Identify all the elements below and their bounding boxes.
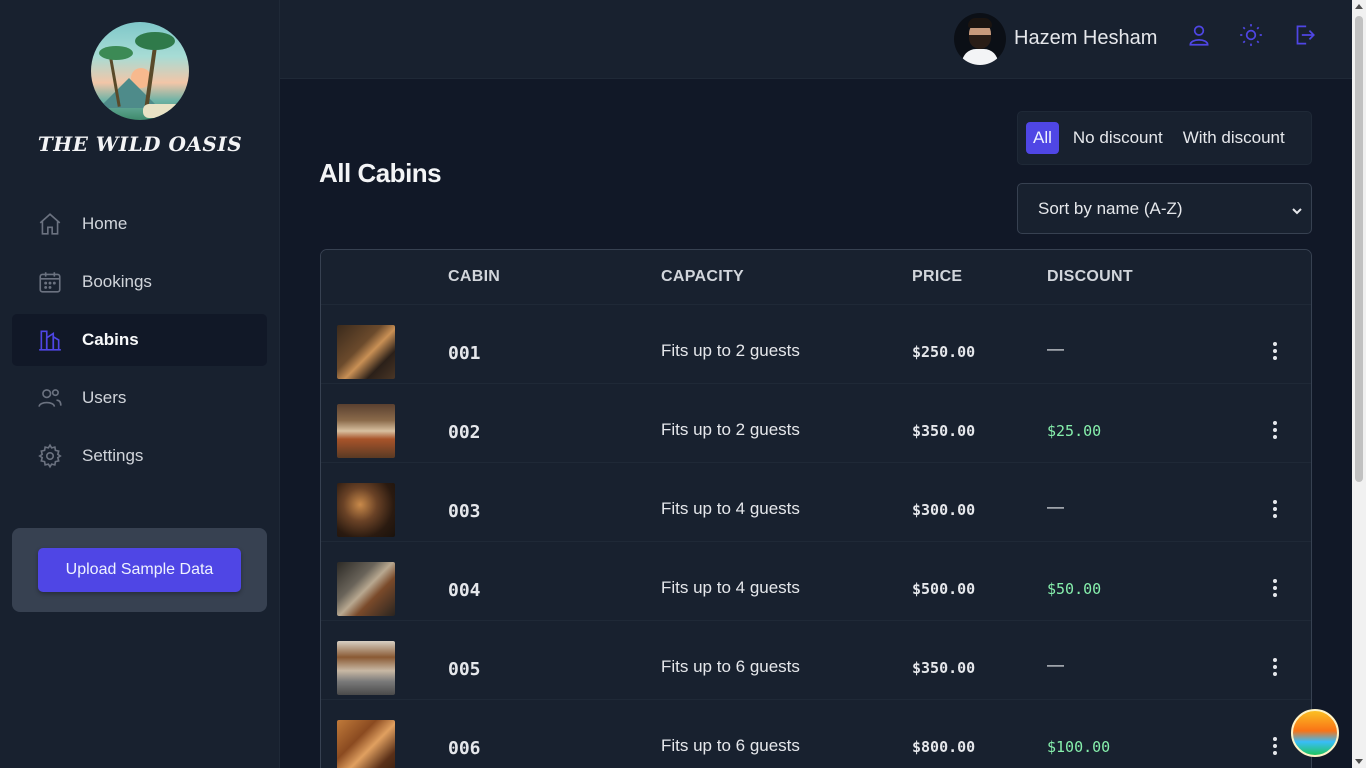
cabin-discount: $50.00 xyxy=(1047,580,1102,598)
cabins-table: CABIN CAPACITY PRICE DISCOUNT 001 Fits u… xyxy=(320,249,1312,768)
main-nav: Home Bookings Cabins Users Settings xyxy=(12,198,267,488)
cabin-name: 006 xyxy=(448,738,481,759)
users-icon xyxy=(36,384,64,412)
sidebar-item-cabins[interactable]: Cabins xyxy=(12,314,267,366)
cabin-capacity: Fits up to 4 guests xyxy=(661,578,800,597)
filter-all-button[interactable]: All xyxy=(1026,122,1059,154)
chevron-down-icon xyxy=(1291,202,1303,215)
cabin-price: $500.00 xyxy=(912,580,976,598)
cabin-capacity: Fits up to 2 guests xyxy=(661,341,800,360)
cabin-thumbnail xyxy=(337,562,395,616)
cabin-thumbnail xyxy=(337,325,395,379)
cabin-thumbnail xyxy=(337,641,395,695)
logout-icon[interactable] xyxy=(1291,22,1317,48)
filter-no-discount-button[interactable]: No discount xyxy=(1063,122,1173,154)
more-vertical-icon[interactable] xyxy=(1265,339,1285,363)
table-row: 005 Fits up to 6 guests $350.00 — xyxy=(321,621,1311,700)
column-header-price: PRICE xyxy=(912,268,963,285)
more-vertical-icon[interactable] xyxy=(1265,497,1285,521)
cabin-thumbnail xyxy=(337,404,395,458)
scrollbar-thumb[interactable] xyxy=(1355,16,1363,482)
sidebar-item-settings[interactable]: Settings xyxy=(12,430,267,482)
cabin-price: $800.00 xyxy=(912,738,976,756)
logo-block: THE WILD OASIS xyxy=(0,22,280,156)
calendar-icon xyxy=(36,268,64,296)
column-header-capacity: CAPACITY xyxy=(661,268,744,285)
avatar xyxy=(954,13,1006,65)
sidebar-item-home[interactable]: Home xyxy=(12,198,267,250)
upload-panel: Upload Sample Data xyxy=(12,528,267,612)
home-icon xyxy=(36,210,64,238)
page-title: All Cabins xyxy=(319,158,442,188)
cabin-name: 002 xyxy=(448,422,481,443)
cabin-name: 005 xyxy=(448,659,481,680)
cabin-capacity: Fits up to 2 guests xyxy=(661,420,800,439)
table-row: 002 Fits up to 2 guests $350.00 $25.00 xyxy=(321,384,1311,463)
discount-filter: All No discount With discount xyxy=(1017,111,1312,165)
cabin-price: $250.00 xyxy=(912,343,976,361)
cabin-capacity: Fits up to 6 guests xyxy=(661,736,800,755)
sidebar-item-label: Bookings xyxy=(82,272,152,291)
cabin-price: $350.00 xyxy=(912,659,976,677)
cabin-name: 004 xyxy=(448,580,481,601)
cabin-discount: — xyxy=(1047,339,1064,358)
cabin-price: $300.00 xyxy=(912,501,976,519)
cabin-capacity: Fits up to 6 guests xyxy=(661,657,800,676)
user-name: Hazem Hesham xyxy=(1014,27,1158,49)
sidebar-item-bookings[interactable]: Bookings xyxy=(12,256,267,308)
table-row: 006 Fits up to 6 guests $800.00 $100.00 xyxy=(321,700,1311,768)
cabin-discount: — xyxy=(1047,655,1064,674)
sidebar-item-label: Users xyxy=(82,388,127,407)
upload-sample-data-button[interactable]: Upload Sample Data xyxy=(38,548,241,592)
sort-select-value: Sort by name (A-Z) xyxy=(1038,198,1183,218)
cabin-name: 003 xyxy=(448,501,481,522)
table-row: 004 Fits up to 4 guests $500.00 $50.00 xyxy=(321,542,1311,621)
sidebar-item-label: Home xyxy=(82,214,128,233)
cabins-icon xyxy=(36,326,64,354)
page-scrollbar[interactable] xyxy=(1352,0,1366,768)
column-header-discount: DISCOUNT xyxy=(1047,268,1133,285)
more-vertical-icon[interactable] xyxy=(1265,655,1285,679)
cabin-discount: $100.00 xyxy=(1047,738,1111,756)
cabin-thumbnail xyxy=(337,483,395,537)
column-header-cabin: CABIN xyxy=(448,268,501,285)
sidebar-item-users[interactable]: Users xyxy=(12,372,267,424)
table-header: CABIN CAPACITY PRICE DISCOUNT xyxy=(321,250,1311,305)
sidebar-item-label: Cabins xyxy=(82,330,139,349)
scroll-up-icon[interactable] xyxy=(1355,4,1363,9)
app-title: THE WILD OASIS xyxy=(37,132,243,156)
cabin-name: 001 xyxy=(448,343,481,364)
more-vertical-icon[interactable] xyxy=(1265,418,1285,442)
more-vertical-icon[interactable] xyxy=(1265,734,1285,758)
logo-image xyxy=(91,22,189,120)
sort-select[interactable]: Sort by name (A-Z) xyxy=(1017,183,1312,234)
user-icon[interactable] xyxy=(1186,22,1212,48)
sidebar: THE WILD OASIS Home Bookings Cabins User… xyxy=(0,0,280,768)
cabin-discount: — xyxy=(1047,497,1064,516)
cabin-price: $350.00 xyxy=(912,422,976,440)
floating-logo-button[interactable] xyxy=(1291,709,1339,757)
table-row: 003 Fits up to 4 guests $300.00 — xyxy=(321,463,1311,542)
filter-with-discount-button[interactable]: With discount xyxy=(1173,122,1295,154)
sidebar-item-label: Settings xyxy=(82,446,144,465)
scroll-down-icon[interactable] xyxy=(1355,759,1363,764)
table-row: 001 Fits up to 2 guests $250.00 — xyxy=(321,305,1311,384)
more-vertical-icon[interactable] xyxy=(1265,576,1285,600)
sun-icon[interactable] xyxy=(1238,22,1264,48)
gear-icon xyxy=(36,442,64,470)
top-header: Hazem Hesham xyxy=(280,0,1352,79)
cabin-thumbnail xyxy=(337,720,395,768)
cabin-discount: $25.00 xyxy=(1047,422,1102,440)
cabin-capacity: Fits up to 4 guests xyxy=(661,499,800,518)
